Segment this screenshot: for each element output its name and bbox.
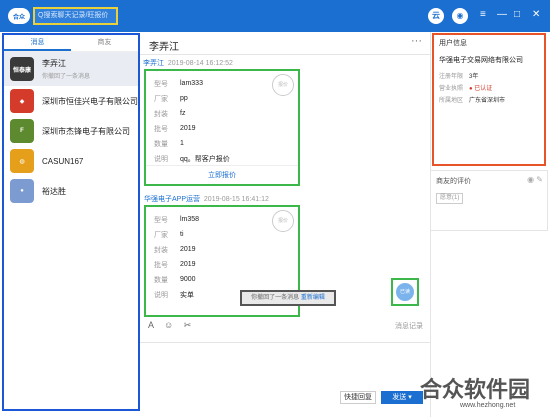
info-row: 注册年限 3年 bbox=[439, 74, 479, 80]
recall-notice: 你撤回了一条消息 重新编辑 bbox=[240, 290, 336, 306]
title-bar: 合众 Q搜索聊天记录/旺报价 云 ◉ ≡ — □ ✕ bbox=[0, 0, 550, 32]
contact-name: 裕达胜 bbox=[42, 186, 66, 196]
watermark-title: 合众软件园 bbox=[420, 377, 531, 402]
sender-name: 华强电子APP运营 bbox=[144, 196, 201, 203]
quote-card: 报价 型号 lam333 厂家 pp 封装 fz 批号 2019 数量 1 说明 qq。帮客… bbox=[144, 69, 300, 186]
quote-stamp-icon: 报价 bbox=[272, 74, 294, 96]
send-button[interactable]: 发送 ▾ bbox=[381, 391, 423, 404]
watermark-url: www.hezhong.net bbox=[460, 402, 516, 409]
card-row: 数量 1 bbox=[154, 140, 184, 148]
user-info-box: 用户信息 华强电子交易网络有限公司 注册年限 3年 营业执照 ● 已认证 所属地区广… bbox=[432, 33, 546, 166]
review-title: 商友的评价 bbox=[436, 178, 471, 185]
tab-messages[interactable]: 消息 bbox=[4, 35, 71, 51]
chat-panel: 李弄江 ··· 李弄江 2019-08-14 16:12:52 报价 型号 lam… bbox=[140, 32, 430, 417]
card-row: 批号 2019 bbox=[154, 261, 196, 269]
contact-item[interactable]: ◆ 深圳市恒佳兴电子有限公司 bbox=[4, 86, 138, 116]
review-actions-icon[interactable]: ◉ ✎ bbox=[527, 175, 543, 184]
message-meta: 华强电子APP运营 2019-08-15 16:41:12 bbox=[144, 194, 269, 204]
avatar: ◍ bbox=[10, 149, 34, 173]
avatar: ● bbox=[10, 179, 34, 203]
maximize-icon[interactable]: □ bbox=[514, 9, 520, 21]
quote-stamp-icon: 报价 bbox=[272, 210, 294, 232]
contact-item[interactable]: 恒泰康 李弄江 你撤回了一条消息 bbox=[4, 52, 138, 86]
read-status: 已读 bbox=[391, 278, 419, 306]
divider bbox=[140, 54, 430, 55]
read-badge-icon: 已读 bbox=[396, 283, 414, 301]
tab-friends[interactable]: 商友 bbox=[71, 35, 138, 51]
sidebar-tabs: 消息 商友 bbox=[4, 35, 138, 52]
card-row: 封装 fz bbox=[154, 110, 186, 118]
contact-item[interactable]: ● 裕达胜 bbox=[4, 176, 138, 206]
profile-icon[interactable]: ◉ bbox=[452, 8, 468, 24]
contact-name: CASUN167 bbox=[42, 156, 84, 166]
cloud-icon[interactable]: 云 bbox=[428, 8, 444, 24]
app-logo: 合众 bbox=[8, 8, 30, 24]
avatar: ◆ bbox=[10, 89, 34, 113]
re-edit-link[interactable]: 重新编辑 bbox=[301, 295, 325, 301]
menu-icon[interactable]: ≡ bbox=[480, 9, 486, 21]
card-row: 说明 qq。帮客户报价 bbox=[154, 155, 230, 163]
minimize-icon[interactable]: — bbox=[497, 9, 507, 21]
more-icon[interactable]: ··· bbox=[411, 35, 422, 47]
review-chip: 愿意(1) bbox=[436, 193, 464, 204]
avatar: F bbox=[10, 119, 34, 143]
info-row: 营业执照 ● 已认证 bbox=[439, 86, 493, 92]
quick-reply-button[interactable]: 快捷回复 bbox=[340, 391, 376, 404]
contact-sidebar: 消息 商友 恒泰康 李弄江 你撤回了一条消息 ◆ 深圳市恒佳兴电子有限公司 F … bbox=[2, 33, 140, 411]
card-row: 封装 2019 bbox=[154, 246, 196, 254]
card-row: 批号 2019 bbox=[154, 125, 196, 133]
quote-now-button[interactable]: 立即报价 bbox=[146, 165, 298, 180]
message-time: 2019-08-15 16:41:12 bbox=[203, 196, 269, 203]
message-history-link[interactable]: 消息记录 bbox=[395, 321, 423, 331]
chat-title: 李弄江 bbox=[149, 42, 179, 53]
input-divider bbox=[140, 342, 430, 343]
user-info-title: 用户信息 bbox=[439, 40, 467, 47]
sender-name: 李弄江 bbox=[143, 60, 164, 67]
message-time: 2019-08-14 16:12:52 bbox=[167, 60, 233, 67]
search-input[interactable]: Q搜索聊天记录/旺报价 bbox=[33, 7, 118, 25]
input-toolbar[interactable]: A ☺ ✂ bbox=[148, 320, 195, 331]
card-row: 数量 9000 bbox=[154, 276, 196, 284]
contact-name: 深圳市恒佳兴电子有限公司 bbox=[42, 96, 138, 106]
contact-item[interactable]: F 深圳市杰锋电子有限公司 bbox=[4, 116, 138, 146]
watermark: 合众软件园 www.hezhong.net bbox=[420, 372, 550, 417]
recall-text: 你撤回了一条消息 bbox=[251, 295, 300, 301]
company-name: 华强电子交易网络有限公司 bbox=[439, 57, 523, 64]
message-meta: 李弄江 2019-08-14 16:12:52 bbox=[143, 58, 233, 68]
close-icon[interactable]: ✕ bbox=[532, 9, 540, 21]
contact-name: 深圳市杰锋电子有限公司 bbox=[42, 126, 130, 136]
contact-item[interactable]: ◍ CASUN167 bbox=[4, 146, 138, 176]
review-box: 商友的评价 ◉ ✎ 愿意(1) bbox=[430, 170, 548, 231]
contact-last-message: 你撤回了一条消息 bbox=[42, 74, 91, 80]
contact-name: 李弄江 bbox=[42, 59, 66, 68]
info-row: 所属地区 广东省深圳市 bbox=[439, 98, 506, 104]
avatar: 恒泰康 bbox=[10, 57, 34, 81]
